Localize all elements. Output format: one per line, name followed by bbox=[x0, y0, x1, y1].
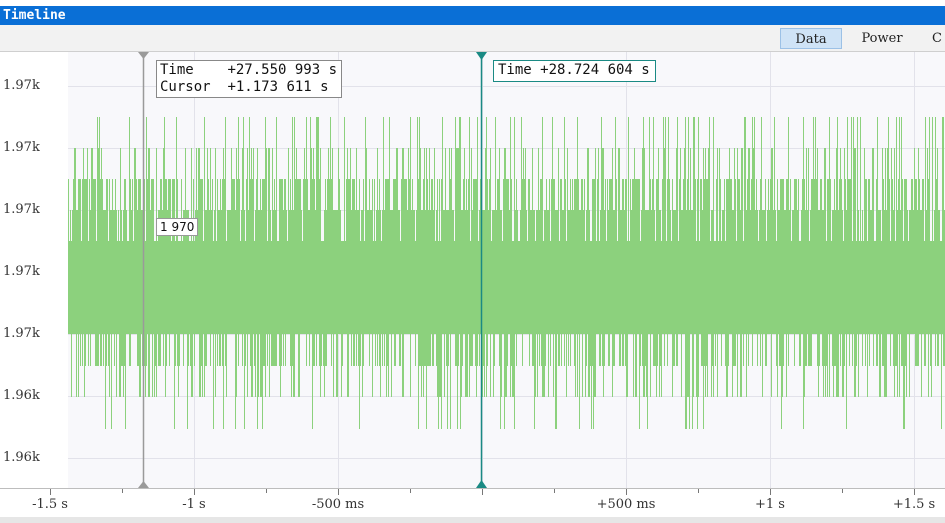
marker-tooltip: Time +28.724 604 s bbox=[493, 60, 656, 82]
marker-bottom-handle bbox=[476, 480, 487, 488]
y-tick-label: 1.97k bbox=[3, 264, 40, 279]
tab-c[interactable]: C bbox=[932, 28, 945, 49]
x-tick-label: +1 s bbox=[755, 497, 785, 512]
cursor-tooltip: Time +27.550 993 s Cursor +1.173 611 s bbox=[156, 60, 343, 98]
x-tick-label: +1.5 s bbox=[892, 497, 936, 512]
signal-plot[interactable] bbox=[68, 52, 945, 488]
cursor-bottom-handle bbox=[138, 481, 149, 488]
cursor-top-handle bbox=[138, 52, 149, 59]
signal-core bbox=[68, 241, 945, 303]
x-tick-label: +500 ms bbox=[596, 497, 656, 512]
y-tick-label: 1.96k bbox=[3, 450, 40, 465]
marker-top-handle bbox=[476, 52, 487, 60]
tab-power[interactable]: Power bbox=[848, 28, 916, 49]
cursor-offset-value: +1.173 611 s bbox=[227, 79, 329, 95]
cursor-time-value: +27.550 993 s bbox=[227, 62, 338, 78]
y-tick-label: 1.97k bbox=[3, 326, 40, 341]
y-tick-label: 1.96k bbox=[3, 388, 40, 403]
y-tick-label: 1.97k bbox=[3, 78, 40, 93]
horizontal-scrollbar[interactable] bbox=[0, 517, 945, 523]
signal-plot-canvas[interactable] bbox=[68, 52, 945, 488]
tab-bar: Data Power C bbox=[0, 25, 945, 52]
value-tooltip: 1 970 bbox=[156, 218, 199, 236]
window-title: Timeline bbox=[0, 6, 945, 25]
y-tick-label: 1.97k bbox=[3, 202, 40, 217]
time-axis-ticks bbox=[50, 489, 915, 495]
cursor-offset-label: Cursor bbox=[160, 79, 211, 95]
y-tick-label: 1.97k bbox=[3, 140, 40, 155]
cursor-time-label: Time bbox=[160, 62, 194, 78]
x-tick-label: -1.5 s bbox=[32, 497, 68, 512]
x-tick-label: -1 s bbox=[182, 497, 206, 512]
tab-data[interactable]: Data bbox=[780, 28, 842, 49]
x-tick-label: -500 ms bbox=[311, 497, 365, 512]
